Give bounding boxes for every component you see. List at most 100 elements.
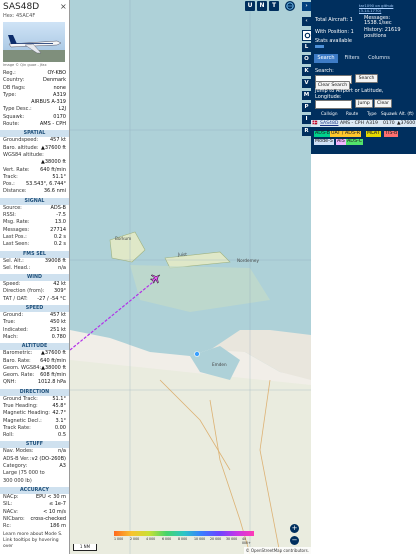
tab-columns[interactable]: Columns	[366, 54, 392, 63]
row-value: AIRBUS A-319	[31, 99, 66, 106]
row-value: 457 kt	[50, 312, 66, 319]
row-value: 0.00	[54, 424, 66, 431]
section-header[interactable]: FMS SEL	[0, 250, 69, 258]
toggle-button-p[interactable]: P	[302, 103, 311, 112]
info-row: Vert. Rate: 640 ft/min	[0, 167, 69, 174]
zoom-out-button[interactable]: −	[290, 536, 299, 545]
info-row: WGS84 altitude:	[0, 152, 69, 159]
map-button-t[interactable]: T	[269, 1, 279, 11]
info-row: ADS-B Ver.: v2 (DO-260B)	[0, 456, 69, 463]
row-value: n/a	[58, 448, 66, 455]
row-value: 1012.8 hPa	[37, 379, 66, 386]
toggle-button-k[interactable]: K	[302, 67, 311, 76]
tab-filters[interactable]: Filters	[340, 54, 364, 63]
search-button[interactable]: Search	[355, 74, 378, 83]
col-callsign[interactable]: Callsign	[321, 111, 337, 116]
info-row: True Heading: 45.8°	[0, 403, 69, 410]
history-positions: History: 21619 positions	[364, 27, 401, 39]
section-header[interactable]: ALTITUDE	[0, 343, 69, 351]
info-row: Magnetic Heading: 42.7°	[0, 410, 69, 417]
row-value: 186 m	[49, 523, 66, 530]
stats-chart-icon	[315, 45, 324, 48]
row-value: 608 ft/min	[40, 372, 66, 379]
section-header[interactable]: STUFF	[0, 441, 69, 449]
github-link[interactable]: tar1090 on github (3.14.1770)	[359, 3, 416, 13]
hex-code: Hex: 45AC4F	[3, 13, 36, 19]
toggle-button-m[interactable]: M	[302, 91, 311, 100]
back-button[interactable]: ‹	[302, 17, 311, 26]
row-label: Messages:	[3, 226, 30, 233]
info-row: Route: AMS - CPH	[0, 121, 69, 128]
map-button-u[interactable]: U	[245, 1, 255, 11]
info-row: DB flags: none	[0, 85, 69, 92]
row-value: ADS-B	[50, 204, 66, 211]
map-button-n[interactable]: N	[257, 1, 267, 11]
row-value: L2J	[58, 106, 66, 113]
altitude-color-scale	[114, 531, 254, 536]
col-route[interactable]: Route	[346, 111, 358, 116]
row-label: NACp:	[3, 493, 19, 500]
info-row: NACp: EPU < 30 m	[0, 494, 69, 501]
row-label: Route:	[3, 121, 20, 128]
jump-button[interactable]: Jump	[355, 99, 373, 108]
row-label: Last Seen:	[3, 241, 30, 248]
row-label: Baro. Rate:	[3, 357, 31, 364]
info-row: Baro. altitude: ▲37600 ft	[0, 145, 69, 152]
aircraft-photo[interactable]	[3, 22, 65, 62]
zoom-in-button[interactable]: +	[290, 524, 299, 533]
row-value: n/a	[58, 264, 66, 271]
row-label: Reg.:	[3, 70, 16, 76]
row-value: 0170	[53, 113, 66, 120]
info-row: Baro. Rate: 640 ft/min	[0, 358, 69, 365]
clear-button[interactable]: Clear	[374, 99, 392, 108]
jump-input[interactable]	[315, 100, 352, 109]
row-value: 13.0	[54, 219, 66, 226]
row-label: WGS84 altitude:	[3, 151, 44, 158]
row-label: SIL:	[3, 501, 13, 508]
row-callsign[interactable]: SAS48D	[320, 120, 338, 127]
row-label: True Heading:	[3, 402, 38, 409]
row-value: 640 ft/min	[40, 357, 66, 364]
aircraft-info-panel: SAS48D Hex: 45AC4F × Image © Qin guoe - …	[0, 0, 70, 554]
toggle-button-v[interactable]: V	[302, 79, 311, 88]
row-label: Indicated:	[3, 326, 28, 333]
row-label: Magnetic Decl.:	[3, 417, 42, 424]
info-row: NACv: < 10 m/s	[0, 509, 69, 516]
row-label: 300 000 lb)	[3, 477, 32, 484]
section-header[interactable]: DIRECTION	[0, 388, 69, 396]
toggle-button-i[interactable]: I	[302, 115, 311, 124]
close-icon[interactable]: ×	[60, 2, 67, 11]
map-view[interactable]: Borkum Juist Emden Norderney U N T + − 1 NM…	[70, 0, 311, 554]
section-header[interactable]: SPEED	[0, 305, 69, 313]
toggle-button-l[interactable]: L	[302, 43, 311, 52]
col-squawk[interactable]: Squawk	[381, 111, 397, 116]
info-row: QNH: 1012.8 hPa	[0, 379, 69, 386]
info-row: SIL: ≤ 1e-7	[0, 501, 69, 508]
section-header[interactable]: SIGNAL	[0, 197, 69, 205]
row-label: Type Desc.:	[3, 106, 32, 113]
row-value: 36.6 nmi	[43, 188, 66, 195]
info-row: True: 450 kt	[0, 319, 69, 326]
col-type[interactable]: Type	[367, 111, 377, 116]
table-row[interactable]: 🇩🇰 SAS48D AMS - CPH A319 0170 ▲37600	[311, 120, 416, 127]
section-header[interactable]: WIND	[0, 274, 69, 282]
source-chip: ADS-B	[314, 131, 331, 137]
row-value: -27 / -54 °C	[37, 295, 66, 302]
map-layers-button[interactable]	[285, 1, 295, 11]
info-row: Source: ADS-B	[0, 205, 69, 212]
row-label: True:	[3, 319, 16, 326]
toggle-button-o[interactable]: O	[302, 55, 311, 64]
info-sections: SPATIAL Groundspeed: 457 kt Baro. altitude:…	[0, 130, 69, 530]
tab-search[interactable]: Search	[314, 54, 338, 63]
receiver-marker	[194, 351, 200, 357]
row-label: Sel. Head.:	[3, 264, 31, 271]
toggle-button-r[interactable]: R	[302, 127, 311, 136]
collapse-panel-button[interactable]: ›	[302, 2, 311, 11]
row-value: 51.1°	[52, 173, 66, 180]
col-altitude[interactable]: Alt. (ft)	[399, 111, 414, 116]
total-aircraft: Total Aircraft: 1	[315, 17, 353, 23]
section-header[interactable]: SPATIAL	[0, 130, 69, 138]
info-header: SAS48D Hex: 45AC4F	[0, 0, 69, 20]
section-header[interactable]: ACCURACY	[0, 486, 69, 494]
stats-available[interactable]: Stats available	[315, 38, 352, 44]
